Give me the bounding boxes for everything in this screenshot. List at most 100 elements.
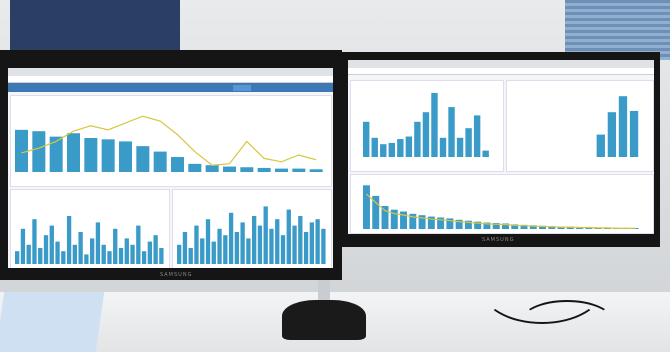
chart-bar — [363, 121, 370, 157]
chart-bar — [414, 121, 421, 157]
left-bottom-right-chart — [177, 206, 326, 264]
chart-bar — [153, 235, 158, 264]
chart-bar — [205, 219, 211, 264]
chart-bar — [223, 166, 236, 172]
browser-tab-bar — [348, 60, 654, 68]
chart-bar — [298, 216, 303, 264]
chart-bar — [257, 225, 263, 264]
chart-panel-bottom — [350, 174, 654, 234]
chart-bar — [55, 241, 60, 264]
chart-bar — [388, 142, 395, 157]
chart-bar — [217, 228, 222, 264]
chart-bar — [38, 248, 43, 264]
chart-bar — [78, 232, 83, 264]
right-top-left-chart — [363, 93, 489, 157]
chart-bar — [321, 228, 326, 264]
chart-bar — [280, 235, 286, 264]
chart-bar — [49, 225, 54, 264]
chart-bar — [124, 238, 129, 264]
nav-button[interactable] — [304, 85, 332, 91]
chart-bar — [629, 110, 639, 157]
chart-bar — [188, 163, 202, 172]
browser-tab-bar — [8, 68, 333, 76]
nav-button[interactable] — [280, 85, 300, 91]
left-monitor: SAMSUNG — [0, 50, 342, 280]
chart-bar — [275, 168, 288, 172]
chart-bar — [101, 244, 106, 264]
chart-panel-top-right — [506, 80, 654, 172]
chart-bar — [363, 185, 370, 229]
chart-bar — [211, 241, 216, 264]
chart-bar — [315, 219, 320, 264]
monitor-stand-base — [282, 300, 366, 340]
chart-bar — [380, 144, 387, 157]
chart-panel-top — [10, 95, 332, 187]
chart-bar — [309, 222, 315, 264]
chart-line-series — [21, 115, 317, 166]
chart-bar — [269, 228, 274, 264]
chart-bar — [61, 251, 66, 264]
chart-bar — [113, 228, 118, 264]
left-screen — [8, 68, 333, 268]
chart-bar — [371, 137, 378, 157]
chart-bar — [136, 146, 150, 172]
chart-bar — [309, 169, 323, 172]
chart-bar — [482, 150, 489, 157]
browser-url-bar[interactable] — [348, 68, 654, 75]
chart-bar — [130, 244, 135, 264]
chart-bar — [72, 244, 78, 264]
chart-bar — [84, 138, 98, 172]
browser-url-bar[interactable] — [8, 76, 333, 83]
chart-bar — [252, 216, 257, 264]
paper-notes — [0, 292, 105, 352]
chart-panel-bottom-right — [172, 189, 332, 268]
photo-scene: SAMSUNG SAMSUNG — [0, 0, 670, 352]
chart-bar — [136, 225, 141, 264]
chart-panel-top-left — [350, 80, 504, 172]
chart-bar — [439, 137, 447, 157]
chart-bar — [275, 219, 280, 264]
chart-bar — [618, 96, 628, 157]
chart-bar — [15, 251, 20, 264]
chart-panel-bottom-left — [10, 189, 170, 268]
chart-bar — [177, 244, 182, 264]
chart-bar — [234, 232, 240, 264]
monitor-brand: SAMSUNG — [160, 272, 193, 278]
chart-bar — [228, 212, 234, 264]
chart-bar — [257, 167, 271, 172]
chart-bar — [381, 206, 389, 229]
chart-bar — [194, 225, 199, 264]
chart-bar — [473, 115, 481, 157]
chart-bar — [397, 139, 404, 157]
chart-bar — [32, 219, 37, 264]
chart-bar — [141, 251, 147, 264]
chart-bar — [188, 248, 193, 264]
chart-bar — [101, 139, 115, 172]
chart-bar — [465, 128, 472, 157]
chart-bar — [107, 251, 112, 264]
background-door — [10, 0, 180, 50]
chart-bar — [456, 137, 464, 157]
cable — [480, 250, 604, 324]
nav-button[interactable] — [256, 85, 276, 91]
chart-bar — [240, 167, 254, 172]
chart-bar — [66, 216, 72, 264]
chart-bar — [95, 222, 101, 264]
chart-bar — [84, 254, 89, 264]
monitor-brand: SAMSUNG — [482, 237, 515, 243]
window-blinds — [565, 0, 670, 60]
nav-button[interactable] — [233, 84, 251, 91]
chart-bar — [32, 131, 46, 172]
chart-bar — [147, 241, 153, 264]
chart-bar — [119, 141, 132, 172]
chart-bar — [246, 238, 251, 264]
chart-bar — [292, 168, 306, 172]
chart-bar — [286, 209, 291, 264]
chart-bar — [15, 129, 28, 172]
chart-bar — [431, 93, 438, 157]
chart-bar — [448, 107, 455, 157]
chart-bar — [292, 225, 297, 264]
chart-bar — [26, 244, 31, 264]
chart-bar — [223, 235, 228, 264]
dashboard-navbar — [8, 83, 333, 92]
